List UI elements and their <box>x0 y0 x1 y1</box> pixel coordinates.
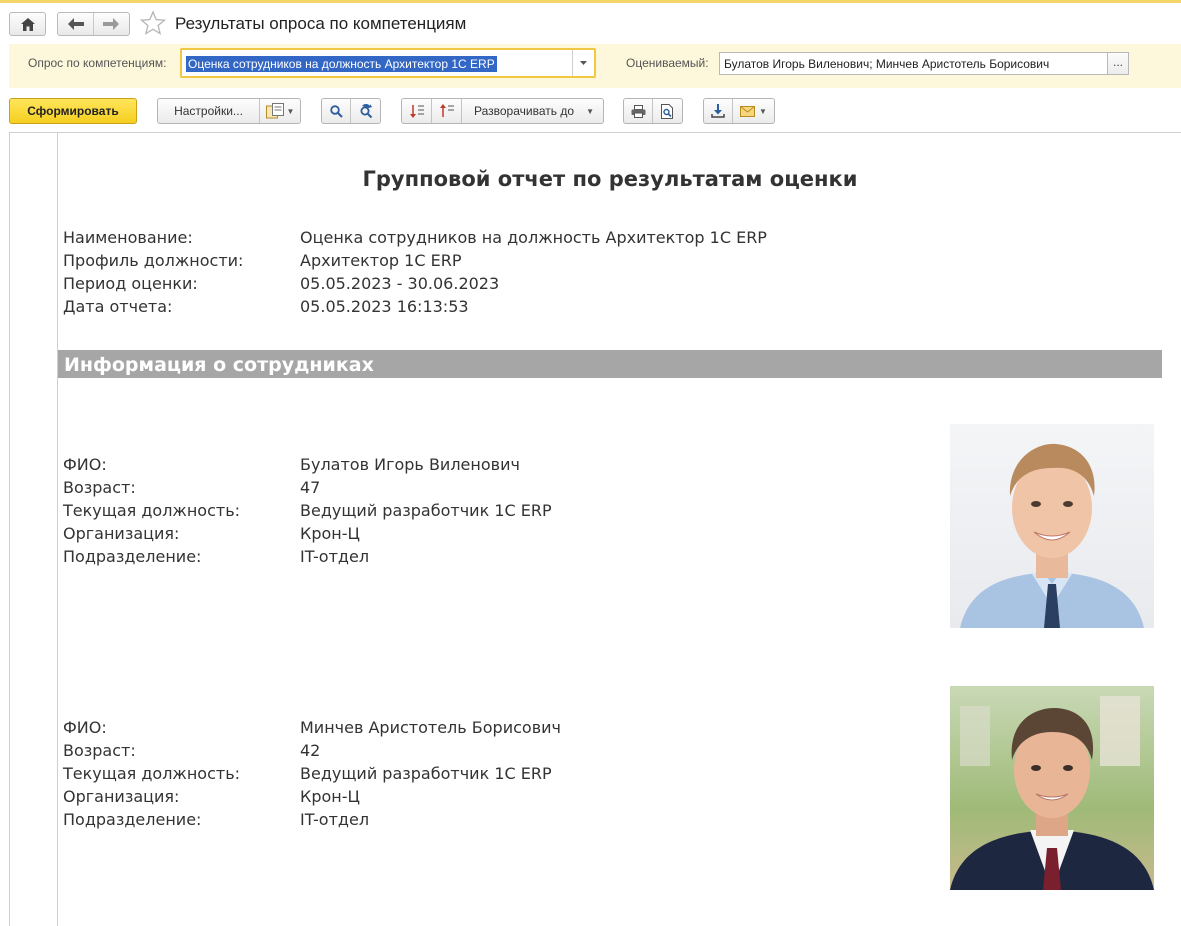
report-variant-icon <box>265 103 284 119</box>
forward-button[interactable] <box>94 13 129 35</box>
survey-select[interactable]: Оценка сотрудников на должность Архитект… <box>180 48 596 78</box>
printer-icon <box>631 104 645 118</box>
top-accent-line <box>0 0 1181 3</box>
employee-photo <box>950 424 1154 628</box>
chevron-down-icon: ▼ <box>586 106 594 116</box>
employee-field-label: Подразделение: <box>63 810 202 829</box>
search-button-group <box>321 98 381 124</box>
settings-button-group: Настройки... ▼ <box>157 98 301 124</box>
employee-field-label: ФИО: <box>63 455 107 474</box>
employee-field-label: Организация: <box>63 787 180 806</box>
chevron-down-icon <box>580 61 587 65</box>
print-button-group <box>623 98 683 124</box>
chevron-down-icon: ▼ <box>286 106 295 116</box>
print-button[interactable] <box>624 99 653 123</box>
search-next-icon <box>360 104 372 118</box>
header-value: 05.05.2023 - 30.06.2023 <box>300 274 500 293</box>
employee-field-label: Возраст: <box>63 478 136 497</box>
expand-to-label: Разворачивать до <box>474 104 575 118</box>
send-email-dropdown[interactable]: ▼ <box>733 99 774 123</box>
header-value: 05.05.2023 16:13:53 <box>300 297 469 316</box>
employee-field-label: Возраст: <box>63 741 136 760</box>
report-gutter-line <box>57 133 58 926</box>
chevron-down-icon: ▼ <box>759 106 767 116</box>
report-title: Групповой отчет по результатам оценки <box>362 167 858 191</box>
window-title: Результаты опроса по компетенциям <box>175 14 467 33</box>
employee-field-value: Булатов Игорь Виленович <box>300 455 520 474</box>
employee-field-value: Крон-Ц <box>300 787 360 806</box>
print-preview-button[interactable] <box>653 99 682 123</box>
header-value: Оценка сотрудников на должность Архитект… <box>300 228 767 247</box>
employee-field-value: IT-отдел <box>300 810 370 829</box>
collapse-all-button[interactable] <box>432 99 462 123</box>
employee-field-label: Текущая должность: <box>63 764 241 783</box>
search-icon <box>329 104 343 118</box>
employee-field-value: 47 <box>300 478 321 497</box>
header-label: Дата отчета: <box>63 297 173 316</box>
envelope-icon <box>740 105 756 117</box>
evaluated-field[interactable]: Булатов Игорь Виленович; Минчев Аристоте… <box>719 52 1129 75</box>
save-to-file-button[interactable] <box>704 99 733 123</box>
employee-field-value: Минчев Аристотель Борисович <box>300 718 561 737</box>
survey-dropdown-button[interactable] <box>572 50 594 76</box>
evaluated-label: Оцениваемый: <box>626 56 709 70</box>
employee-photo <box>950 686 1154 890</box>
history-nav <box>57 12 130 36</box>
home-button[interactable] <box>9 12 46 36</box>
arrow-right-icon <box>103 18 120 30</box>
title-bar: Результаты опроса по компетенциям <box>0 4 1181 42</box>
favorite-star-icon[interactable] <box>140 10 166 36</box>
export-button-group: ▼ <box>703 98 775 124</box>
download-icon <box>711 104 725 118</box>
evaluated-value[interactable]: Булатов Игорь Виленович; Минчев Аристоте… <box>724 57 1049 71</box>
expand-all-button[interactable] <box>402 99 432 123</box>
survey-select-value[interactable]: Оценка сотрудников на должность Архитект… <box>186 56 497 72</box>
employee-field-label: Организация: <box>63 524 180 543</box>
employee-field-label: Подразделение: <box>63 547 202 566</box>
find-next-button[interactable] <box>351 99 380 123</box>
employee-field-value: IT-отдел <box>300 547 370 566</box>
employee-field-value: 42 <box>300 741 321 760</box>
collapse-groups-icon <box>439 104 454 117</box>
employee-field-value: Ведущий разработчик 1С ERP <box>300 501 552 520</box>
employee-field-value: Крон-Ц <box>300 524 360 543</box>
back-button[interactable] <box>58 13 93 35</box>
expand-to-dropdown[interactable]: Разворачивать до ▼ <box>462 99 602 123</box>
employee-field-label: Текущая должность: <box>63 501 241 520</box>
employee-field-label: ФИО: <box>63 718 107 737</box>
find-button[interactable] <box>322 99 351 123</box>
home-icon <box>20 17 35 31</box>
arrow-left-icon <box>67 18 84 30</box>
header-label: Период оценки: <box>63 274 198 293</box>
parameters-panel: Опрос по компетенциям: Оценка сотруднико… <box>9 44 1181 88</box>
expand-groups-icon <box>409 105 424 118</box>
print-preview-icon <box>661 103 673 119</box>
evaluated-select-button[interactable]: ... <box>1107 53 1128 74</box>
header-label: Наименование: <box>63 228 193 247</box>
generate-button[interactable]: Сформировать <box>9 98 137 124</box>
employee-field-value: Ведущий разработчик 1С ERP <box>300 764 552 783</box>
header-label: Профиль должности: <box>63 251 244 270</box>
header-value: Архитектор 1С ERP <box>300 251 462 270</box>
section-header: Информация о сотрудниках <box>58 350 1162 378</box>
settings-button[interactable]: Настройки... <box>158 99 260 123</box>
variants-dropdown[interactable]: ▼ <box>260 103 300 119</box>
grouping-button-group: Разворачивать до ▼ <box>401 98 604 124</box>
survey-label: Опрос по компетенциям: <box>28 56 167 70</box>
